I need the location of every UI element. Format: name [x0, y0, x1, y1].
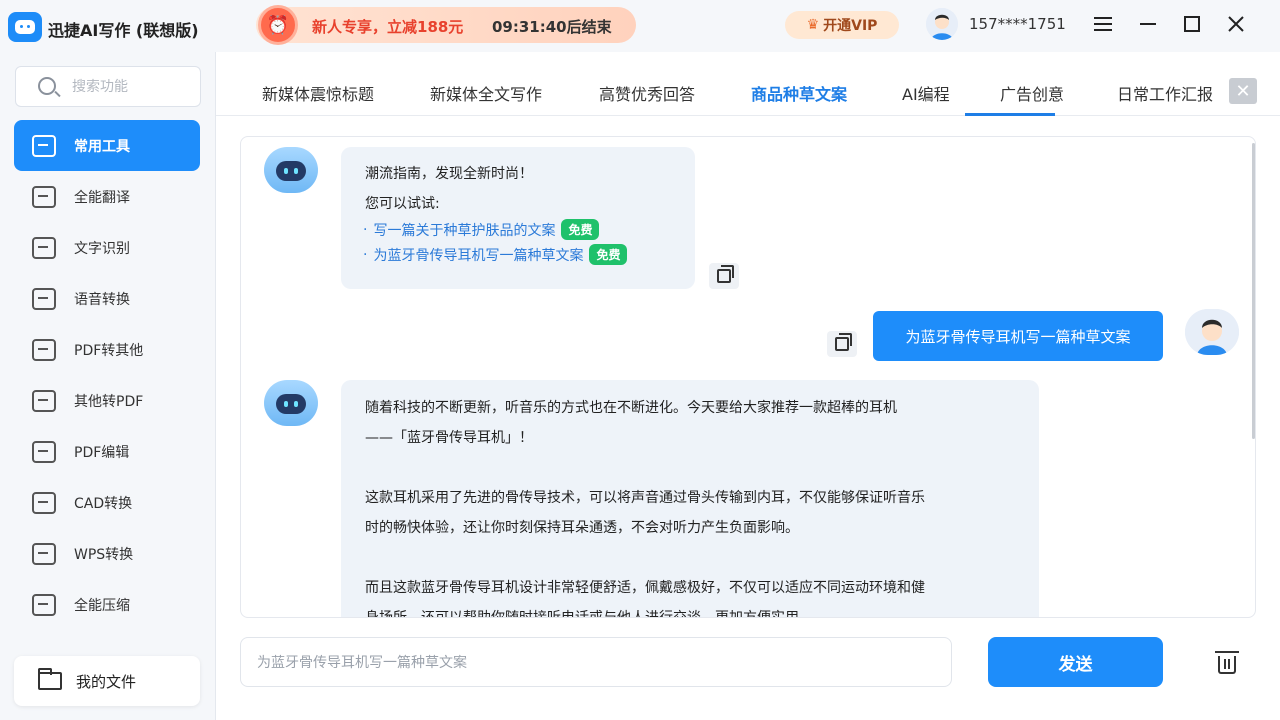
scrollbar[interactable] — [1252, 143, 1255, 439]
sidebar: 常用工具 全能翻译 文字识别 语音转换 PDF转其他 其他转PDF PDF编辑 — [0, 52, 216, 720]
reply-line: 身场所，还可以帮助你随时接听电话或与他人进行交谈，更加方便实用。 — [365, 610, 813, 618]
toolbox-icon — [32, 134, 56, 157]
vip-label: 开通VIP — [823, 18, 878, 34]
reply-bubble: 随着科技的不断更新，听音乐的方式也在不断进化。今天要给大家推荐一款超棒的耳机 —… — [341, 380, 1039, 618]
welcome-subtitle: 您可以试试: — [365, 196, 440, 212]
maximize-icon[interactable] — [1180, 12, 1204, 36]
compress-icon — [32, 593, 56, 616]
close-icon[interactable]: ✕ — [1229, 78, 1257, 104]
suggestion-text: 写一篇关于种草护肤品的文案 — [373, 222, 556, 239]
sidebar-item-label: WPS转换 — [74, 546, 134, 563]
cad-convert-icon — [32, 491, 56, 514]
user-chat-avatar — [1185, 309, 1239, 355]
sidebar-item-label: PDF编辑 — [74, 444, 130, 461]
copy-icon[interactable] — [827, 331, 857, 357]
sidebar-item-label: 其他转PDF — [74, 393, 144, 410]
open-vip-button[interactable]: ♛ 开通VIP — [785, 11, 899, 39]
trash-icon — [1215, 651, 1239, 674]
sidebar-item-ocr[interactable]: 文字识别 — [14, 222, 200, 273]
voice-convert-icon — [32, 287, 56, 310]
minimize-icon[interactable] — [1136, 12, 1160, 36]
folder-icon — [38, 668, 62, 690]
free-badge: 免费 — [561, 219, 600, 240]
sidebar-item-label: 语音转换 — [74, 291, 130, 308]
prompt-input-box[interactable] — [240, 637, 952, 687]
wps-convert-icon — [32, 542, 56, 565]
user-message: 为蓝牙骨传导耳机写一篇种草文案 — [873, 311, 1163, 361]
sidebar-item-other-to-pdf[interactable]: 其他转PDF — [14, 375, 200, 426]
search-input[interactable] — [72, 76, 192, 98]
sidebar-item-label: 常用工具 — [74, 138, 130, 155]
close-icon[interactable] — [1224, 12, 1248, 36]
sidebar-item-voice[interactable]: 语音转换 — [14, 273, 200, 324]
user-phone: 157****1751 — [969, 15, 1066, 33]
reply-line: 而且这款蓝牙骨传导耳机设计非常轻便舒适，佩戴感极好，不仅可以适应不同运动环境和健 — [365, 580, 925, 596]
user-avatar[interactable] — [926, 8, 958, 40]
promo-banner[interactable]: ⏰ 新人专享，立减188元 09:31:40后结束 — [256, 5, 636, 45]
alarm-clock-icon: ⏰ — [258, 5, 298, 45]
sidebar-item-label: 全能压缩 — [74, 597, 130, 614]
sidebar-item-label: 全能翻译 — [74, 189, 130, 206]
bot-avatar — [264, 147, 318, 193]
crown-icon: ♛ — [806, 17, 820, 33]
category-tabs: 新媒体震惊标题 新媒体全文写作 高赞优秀回答 商品种草文案 AI编程 广告创意 … — [216, 52, 1280, 116]
app-title: 迅捷AI写作 (联想版) — [48, 21, 199, 40]
my-files-button[interactable]: 我的文件 — [14, 656, 200, 706]
sidebar-item-label: PDF转其他 — [74, 342, 144, 359]
promo-timer: 09:31:40后结束 — [492, 18, 612, 36]
tab-media-title[interactable]: 新媒体震惊标题 — [262, 81, 374, 105]
tab-product-copy[interactable]: 商品种草文案 — [751, 81, 847, 105]
clear-chat-button[interactable] — [1198, 637, 1256, 687]
suggestion-item[interactable]: · 为蓝牙骨传导耳机写一篇种草文案 免费 — [363, 244, 628, 265]
pdf-convert-icon — [32, 338, 56, 361]
sidebar-item-wps[interactable]: WPS转换 — [14, 528, 200, 579]
menu-icon[interactable] — [1091, 12, 1115, 36]
sidebar-item-pdf-edit[interactable]: PDF编辑 — [14, 426, 200, 477]
app-logo-icon — [8, 12, 42, 42]
prompt-input[interactable] — [257, 652, 917, 674]
send-button[interactable]: 发送 — [988, 637, 1163, 687]
bot-avatar — [264, 380, 318, 426]
reply-line: 时的畅快体验，还让你时刻保持耳朵通透，不会对听力产生负面影响。 — [365, 520, 799, 536]
sidebar-item-pdf-to-other[interactable]: PDF转其他 — [14, 324, 200, 375]
promo-text: 新人专享，立减188元 — [312, 18, 464, 36]
sidebar-item-label: 文字识别 — [74, 240, 130, 257]
free-badge: 免费 — [589, 244, 628, 265]
tab-media-article[interactable]: 新媒体全文写作 — [430, 81, 542, 105]
sidebar-item-translate[interactable]: 全能翻译 — [14, 171, 200, 222]
welcome-title: 潮流指南，发现全新时尚！ — [365, 166, 533, 182]
to-pdf-icon — [32, 389, 56, 412]
search-icon — [38, 77, 56, 95]
tab-work-report[interactable]: 日常工作汇报 — [1117, 81, 1213, 105]
reply-line: 随着科技的不断更新，听音乐的方式也在不断进化。今天要给大家推荐一款超棒的耳机 — [365, 400, 897, 416]
text-recognition-icon — [32, 236, 56, 259]
sidebar-item-common-tools[interactable]: 常用工具 — [14, 120, 200, 171]
copy-icon[interactable] — [709, 263, 739, 289]
translate-icon — [32, 185, 56, 208]
reply-line: ——「蓝牙骨传导耳机」！ — [365, 430, 533, 446]
sidebar-nav: 常用工具 全能翻译 文字识别 语音转换 PDF转其他 其他转PDF PDF编辑 — [14, 120, 200, 630]
pdf-edit-icon — [32, 440, 56, 463]
reply-line: 这款耳机采用了先进的骨传导技术，可以将声音通过骨头传输到内耳，不仅能够保证听音乐 — [365, 490, 925, 506]
suggestion-item[interactable]: · 写一篇关于种草护肤品的文案 免费 — [363, 219, 600, 240]
chat-panel[interactable]: 潮流指南，发现全新时尚！ 您可以试试: · 写一篇关于种草护肤品的文案 免费 ·… — [240, 136, 1256, 618]
tab-ad-creative[interactable]: 广告创意 — [1000, 81, 1064, 105]
tab-ai-coding[interactable]: AI编程 — [902, 81, 950, 105]
tab-top-answers[interactable]: 高赞优秀回答 — [599, 81, 695, 105]
my-files-label: 我的文件 — [76, 672, 137, 691]
main-content: 潮流指南，发现全新时尚！ 您可以试试: · 写一篇关于种草护肤品的文案 免费 ·… — [216, 116, 1280, 720]
sidebar-item-cad[interactable]: CAD转换 — [14, 477, 200, 528]
title-bar: 迅捷AI写作 (联想版) ⏰ 新人专享，立减188元 09:31:40后结束 ♛… — [0, 0, 1280, 52]
sidebar-item-label: CAD转换 — [74, 495, 133, 512]
sidebar-item-compress[interactable]: 全能压缩 — [14, 579, 200, 630]
welcome-bubble: 潮流指南，发现全新时尚！ 您可以试试: · 写一篇关于种草护肤品的文案 免费 ·… — [341, 147, 695, 289]
search-box[interactable] — [15, 66, 201, 107]
suggestion-text: 为蓝牙骨传导耳机写一篇种草文案 — [373, 247, 584, 264]
